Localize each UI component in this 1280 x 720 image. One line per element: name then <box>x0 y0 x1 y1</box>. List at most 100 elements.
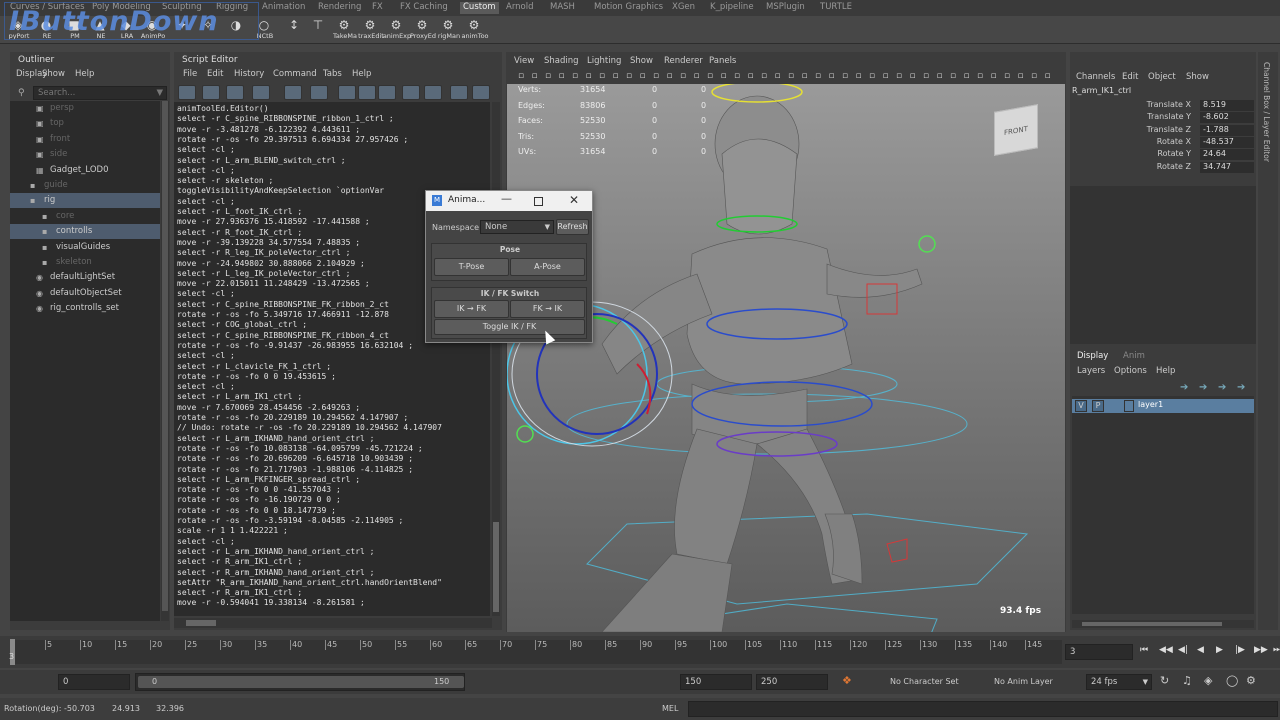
range-end-field[interactable]: 150 <box>680 674 752 690</box>
viewport-toolbar-icon[interactable]: ▫ <box>826 71 838 81</box>
range-start-field[interactable]: 0 <box>58 674 130 690</box>
shelf-button-tool-10[interactable]: ↕ <box>282 16 306 44</box>
viewport-toolbar-icon[interactable]: ▫ <box>677 71 689 81</box>
channel-row-rotate-y[interactable]: Rotate Y 24.64 <box>1070 149 1256 161</box>
script-toolbar-icon[interactable] <box>178 85 196 100</box>
shelf-tab-rendering[interactable]: Rendering <box>318 2 361 14</box>
layer-color-swatch[interactable] <box>1124 400 1134 412</box>
viewport-toolbar-icon[interactable]: ▫ <box>1015 71 1027 81</box>
viewport-toolbar-icon[interactable]: ▫ <box>866 71 878 81</box>
playback-button[interactable]: ◀ <box>1197 645 1204 655</box>
viewport-toolbar-icon[interactable]: ▫ <box>853 71 865 81</box>
playback-button[interactable]: |▶ <box>1235 645 1245 655</box>
outliner-item-front[interactable]: ▣ front <box>10 132 160 147</box>
script-toolbar-icon[interactable] <box>450 85 468 100</box>
current-frame-field[interactable]: 3 <box>1065 644 1133 660</box>
sound-icon[interactable]: ♫ <box>1182 674 1192 687</box>
chevron-down-icon[interactable]: ▼ <box>156 87 163 99</box>
ik-to-fk-button[interactable]: IK → FK <box>434 300 509 318</box>
layer-action-icon[interactable]: ➔ <box>1199 382 1207 393</box>
viewport-3d[interactable] <box>507 84 1065 632</box>
script-toolbar-icon[interactable] <box>310 85 328 100</box>
character-set-menu[interactable]: No Character Set <box>890 677 959 686</box>
viewport-toolbar-icon[interactable]: ▫ <box>920 71 932 81</box>
viewport-toolbar-icon[interactable]: ▫ <box>718 71 730 81</box>
viewport-toolbar-icon[interactable]: ▫ <box>880 71 892 81</box>
shelf-tab-custom[interactable]: Custom <box>460 2 499 14</box>
viewport-toolbar-icon[interactable]: ▫ <box>515 71 527 81</box>
script-language-label[interactable]: MEL <box>662 704 678 713</box>
shelf-tab-k-pipeline[interactable]: K_pipeline <box>710 2 754 14</box>
script-menu-command[interactable]: Command <box>273 69 317 79</box>
viewport-toolbar-icon[interactable]: ▫ <box>556 71 568 81</box>
channel-value[interactable]: -8.602 <box>1200 112 1254 124</box>
layer-hscrollbar[interactable] <box>1072 620 1254 628</box>
outliner-search-input[interactable]: Search... ▼ <box>33 86 167 100</box>
playback-button[interactable]: ▶ <box>1216 645 1223 655</box>
viewport-toolbar-icon[interactable]: ▫ <box>583 71 595 81</box>
outliner-item-gadget-lod0[interactable]: ▦ Gadget_LOD0 <box>10 163 160 178</box>
script-toolbar-icon[interactable] <box>424 85 442 100</box>
playback-button[interactable]: ⏮ <box>1140 645 1148 655</box>
layer-tab-anim[interactable]: Anim <box>1123 351 1145 361</box>
channel-row-rotate-z[interactable]: Rotate Z 34.747 <box>1070 161 1256 174</box>
playback-button[interactable]: ▶▶ <box>1254 645 1268 655</box>
outliner-item-rig-controlls-set[interactable]: ◉ rig_controlls_set <box>10 301 160 316</box>
outliner-item-defaultobjectset[interactable]: ◉ defaultObjectSet <box>10 286 160 301</box>
character-model[interactable] <box>507 84 1065 632</box>
range-slider[interactable]: 0 150 <box>135 673 465 691</box>
viewport-toolbar-icon[interactable]: ▫ <box>812 71 824 81</box>
outliner-item-skeleton[interactable]: ▪ skeleton <box>10 255 160 270</box>
close-icon[interactable]: ✕ <box>569 193 579 207</box>
layer-tab-display[interactable]: Display <box>1077 351 1108 361</box>
channel-box-menu-channels[interactable]: Channels <box>1076 72 1115 82</box>
channel-value[interactable]: 8.519 <box>1200 100 1254 111</box>
channel-box-menu-object[interactable]: Object <box>1148 72 1176 82</box>
viewport-toolbar-icon[interactable]: ▫ <box>893 71 905 81</box>
script-toolbar-icon[interactable] <box>202 85 220 100</box>
a-pose-button[interactable]: A-Pose <box>510 258 585 276</box>
shelf-button-takema[interactable]: ⚙ TakeMa <box>332 16 357 44</box>
script-toolbar-icon[interactable] <box>252 85 270 100</box>
shelf-tab-msplugin[interactable]: MSPlugin <box>766 2 805 14</box>
viewport-toolbar-icon[interactable]: ▫ <box>596 71 608 81</box>
anim-layer-menu[interactable]: No Anim Layer <box>994 677 1053 686</box>
playback-button[interactable]: ⏭ <box>1273 645 1280 655</box>
shelf-tab-arnold[interactable]: Arnold <box>506 2 534 14</box>
layer-action-icon[interactable]: ➔ <box>1237 382 1245 393</box>
viewport-toolbar-icon[interactable]: ▫ <box>772 71 784 81</box>
script-menu-history[interactable]: History <box>234 69 264 79</box>
viewport-toolbar-icon[interactable]: ▫ <box>704 71 716 81</box>
viewport-toolbar-icon[interactable]: ▫ <box>691 71 703 81</box>
channel-row-translate-y[interactable]: Translate Y -8.602 <box>1070 112 1256 124</box>
shelf-button-rigman[interactable]: ⚙ rigMan <box>436 16 460 44</box>
playback-button[interactable]: ◀| <box>1178 645 1188 655</box>
channel-value[interactable]: -48.537 <box>1200 136 1254 148</box>
viewport-toolbar-icon[interactable]: ▫ <box>610 71 622 81</box>
layer-row[interactable]: V P layer1 <box>1072 399 1254 413</box>
toggle-ik-fk-button[interactable]: Toggle IK / FK <box>434 319 585 335</box>
viewport-toolbar-icon[interactable]: ▫ <box>839 71 851 81</box>
viewport-menu-show[interactable]: Show <box>630 56 653 66</box>
outliner-item-side[interactable]: ▣ side <box>10 147 160 162</box>
channel-value[interactable]: 34.747 <box>1200 161 1254 173</box>
script-toolbar-icon[interactable] <box>338 85 356 100</box>
script-toolbar-icon[interactable] <box>226 85 244 100</box>
script-menu-file[interactable]: File <box>183 69 197 79</box>
outliner-item-defaultlightset[interactable]: ◉ defaultLightSet <box>10 270 160 285</box>
outliner-item-top[interactable]: ▣ top <box>10 116 160 131</box>
viewport-toolbar-icon[interactable]: ▫ <box>664 71 676 81</box>
view-cube[interactable]: FRONT <box>994 104 1038 156</box>
layer-action-icon[interactable]: ➔ <box>1180 382 1188 393</box>
layer-action-icon[interactable]: ➔ <box>1218 382 1226 393</box>
script-menu-help[interactable]: Help <box>352 69 371 79</box>
shelf-tab-fx[interactable]: FX <box>372 2 383 14</box>
outliner-item-persp[interactable]: ▣ persp <box>10 101 160 116</box>
shelf-button-animtoo[interactable]: ⚙ animToo <box>461 16 488 44</box>
outliner-item-core[interactable]: ▪ core <box>10 209 160 224</box>
keys-icon[interactable]: ◈ <box>1204 674 1212 687</box>
viewport-toolbar-icon[interactable]: ▫ <box>974 71 986 81</box>
viewport-toolbar-icon[interactable]: ▫ <box>799 71 811 81</box>
shelf-tab-turtle[interactable]: TURTLE <box>820 2 852 14</box>
shelf-button-animexp[interactable]: ⚙ animExp <box>383 16 411 44</box>
